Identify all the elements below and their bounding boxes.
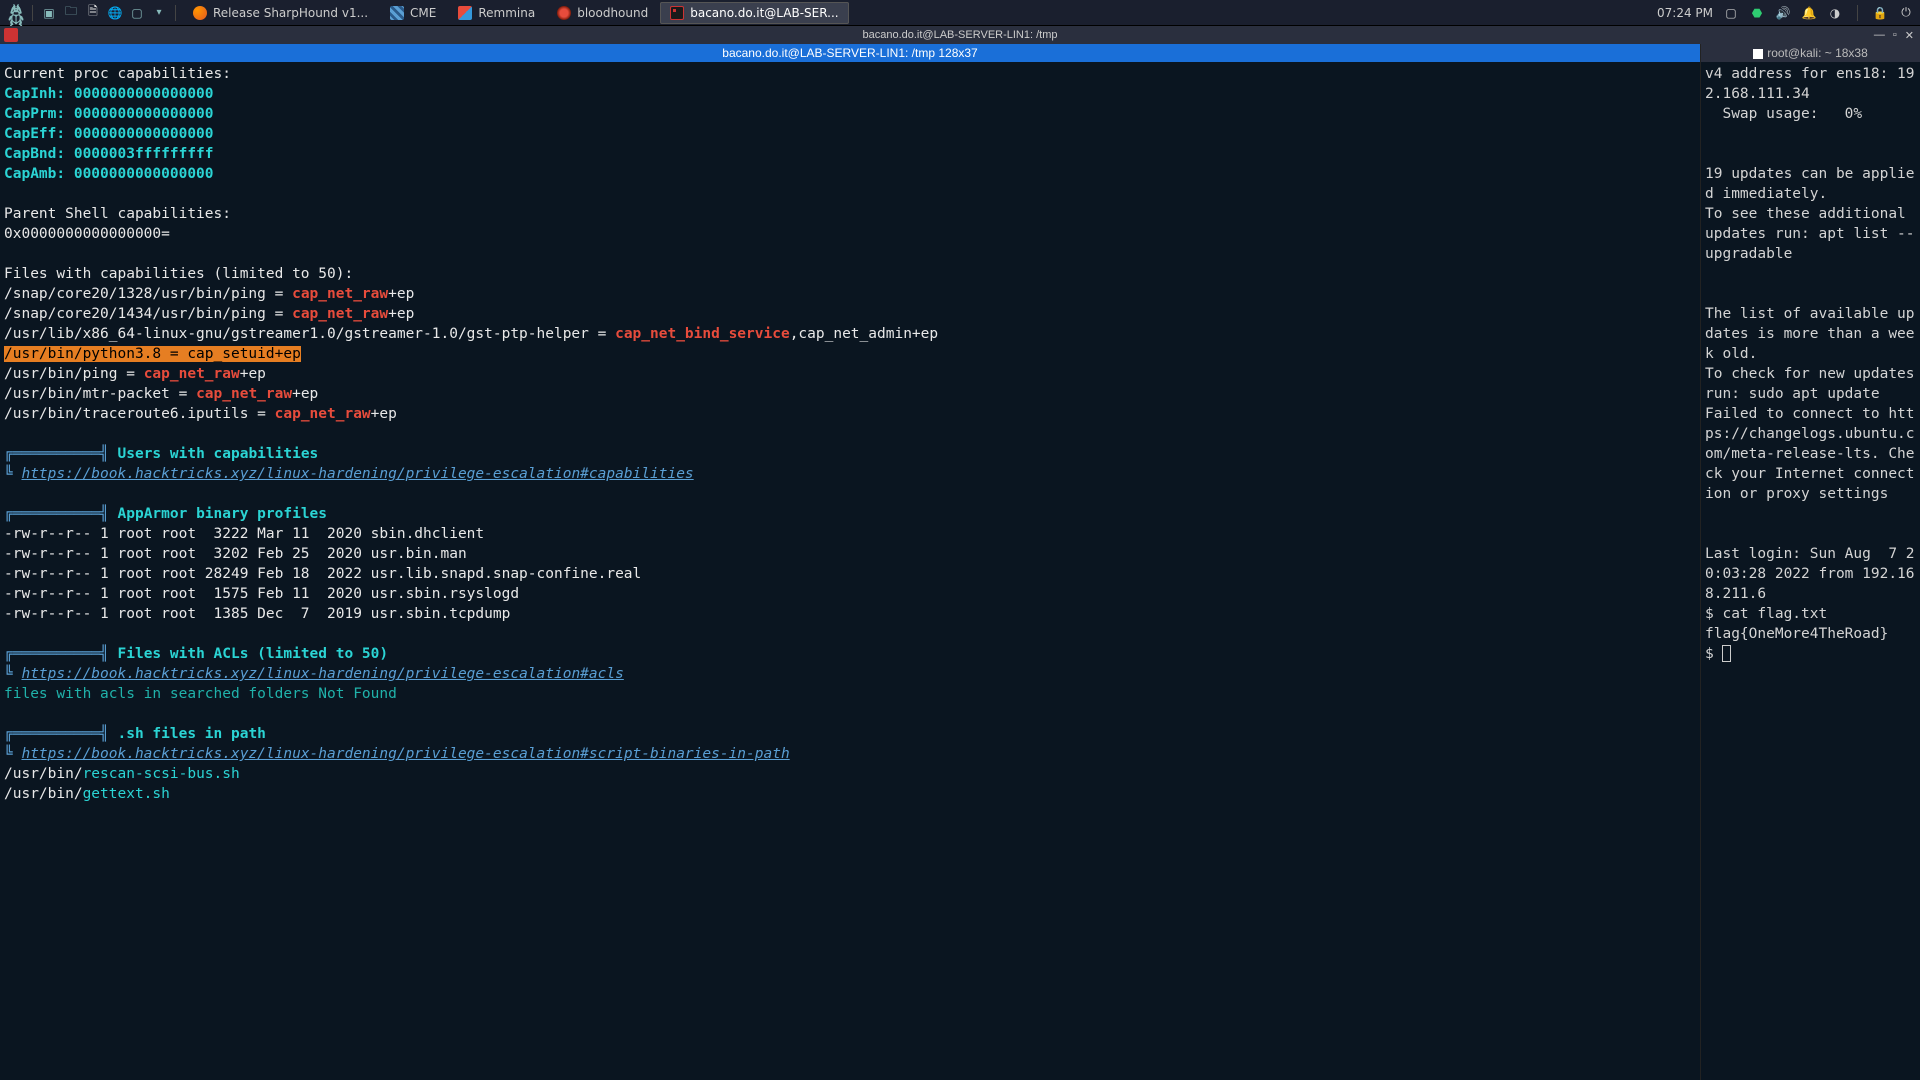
dropdown-icon[interactable]: ▾ (149, 3, 169, 23)
left-pane: bacano.do.it@LAB-SERVER-LIN1: /tmp 128x3… (0, 44, 1700, 1080)
notifications-icon[interactable]: 🔔 (1801, 5, 1817, 21)
right-terminal-output[interactable]: v4 address for ens18: 192.168.111.34 Swa… (1701, 62, 1920, 1080)
tab-label: Remmina (478, 6, 535, 20)
app-icon (4, 28, 18, 42)
terminal-window: bacano.do.it@LAB-SERVER-LIN1: /tmp — ▫ ✕… (0, 26, 1920, 1080)
remmina-icon (458, 6, 472, 20)
left-pane-title[interactable]: bacano.do.it@LAB-SERVER-LIN1: /tmp 128x3… (0, 44, 1700, 62)
taskbar-tab[interactable]: bloodhound (547, 2, 658, 24)
minimize-button[interactable]: — (1874, 29, 1885, 42)
lock-icon[interactable]: 🔒 (1872, 5, 1888, 21)
separator (32, 5, 33, 21)
window-title: bacano.do.it@LAB-SERVER-LIN1: /tmp (863, 29, 1058, 41)
settings-circle-icon[interactable]: ◑ (1827, 5, 1843, 21)
editor-icon[interactable]: 🗎 (83, 3, 103, 23)
dashboard-icon[interactable]: ▣ (39, 3, 59, 23)
power-icon[interactable]: ⏻ (1898, 5, 1914, 21)
bloodhound-icon (557, 6, 571, 20)
update-shield-icon[interactable]: ⬣ (1749, 5, 1765, 21)
taskbar: 𓆣 ▣ 🗀 🗎 🌐 ▢ ▾ Release SharpHound v1... CM… (0, 0, 1920, 26)
display-icon[interactable]: ▢ (1723, 5, 1739, 21)
right-pane-title[interactable]: root@kali: ~ 18x38 (1701, 44, 1920, 62)
terminal-icon (670, 6, 684, 20)
maximize-button[interactable]: ▫ (1893, 29, 1897, 42)
tab-label: Release SharpHound v1... (213, 6, 368, 20)
left-terminal-output[interactable]: Current proc capabilities: CapInh: 00000… (0, 62, 1700, 1080)
files-icon[interactable]: 🗀 (61, 3, 81, 23)
terminal-launcher-icon[interactable]: ▢ (127, 3, 147, 23)
tab-label: CME (410, 6, 436, 20)
firefox-icon (193, 6, 207, 20)
volume-icon[interactable]: 🔊 (1775, 5, 1791, 21)
taskbar-tab[interactable]: Release SharpHound v1... (183, 2, 378, 24)
kali-menu-icon[interactable]: 𓆣 (6, 3, 26, 23)
window-titlebar[interactable]: bacano.do.it@LAB-SERVER-LIN1: /tmp — ▫ ✕ (0, 26, 1920, 44)
taskbar-tab[interactable]: CME (380, 2, 446, 24)
web-icon[interactable]: 🌐 (105, 3, 125, 23)
separator (175, 5, 176, 21)
separator (1857, 5, 1858, 21)
pane-icon (1753, 49, 1763, 59)
tab-label: bloodhound (577, 6, 648, 20)
tab-label: bacano.do.it@LAB-SER... (690, 6, 838, 20)
right-pane: root@kali: ~ 18x38 v4 address for ens18:… (1700, 44, 1920, 1080)
close-button[interactable]: ✕ (1905, 29, 1914, 42)
clock[interactable]: 07:24 PM (1657, 6, 1713, 20)
taskbar-tab[interactable]: bacano.do.it@LAB-SER... (660, 2, 848, 24)
taskbar-tab[interactable]: Remmina (448, 2, 545, 24)
cme-icon (390, 6, 404, 20)
